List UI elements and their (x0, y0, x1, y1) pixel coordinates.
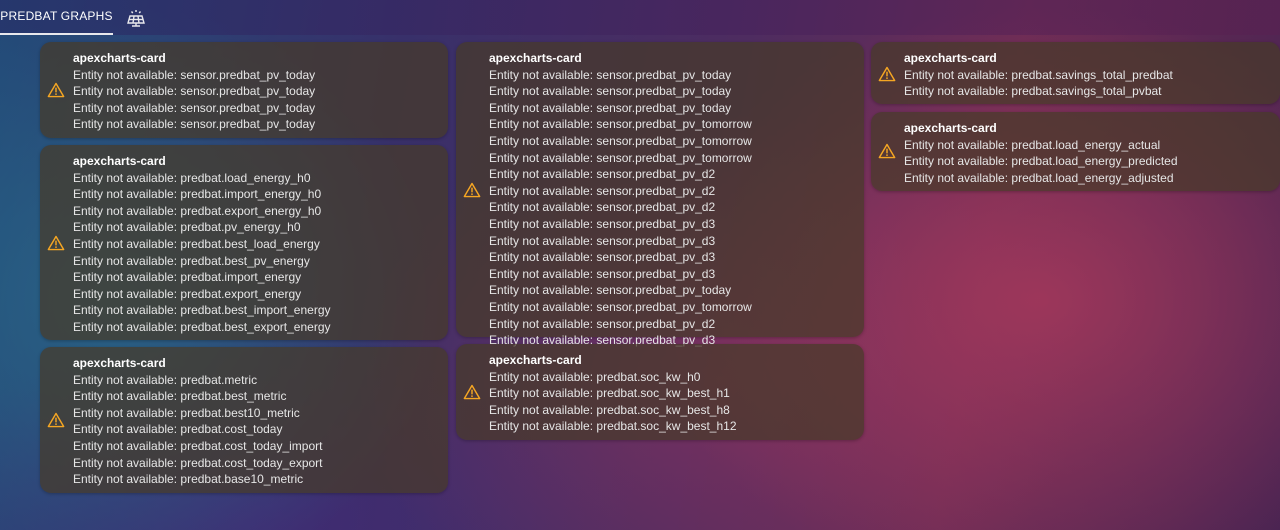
card-error-line: Entity not available: predbat.cost_today (73, 422, 283, 437)
card-error-line: Entity not available: sensor.predbat_pv_… (489, 299, 752, 314)
card-error-line: Entity not available: sensor.predbat_pv_… (489, 133, 752, 148)
card-error-line: Entity not available: predbat.import_ene… (73, 187, 322, 202)
solar-panel-icon (126, 8, 146, 28)
card-error-line: Entity not available: predbat.pv_energy_… (73, 220, 301, 235)
card-error-line: Entity not available: predbat.best10_met… (73, 405, 300, 420)
card-title: apexcharts-card (904, 121, 997, 135)
card-error-line: Entity not available: predbat.load_energ… (904, 137, 1161, 152)
warning-icon (47, 235, 65, 251)
tab-solar-panel[interactable] (120, 0, 152, 35)
card-error-line: Entity not available: sensor.predbat_pv_… (73, 67, 316, 82)
card-error-line: Entity not available: predbat.soc_kw_bes… (489, 419, 737, 434)
card-error-line: Entity not available: predbat.cost_today… (73, 455, 323, 470)
card-error-line: Entity not available: predbat.best_expor… (73, 319, 331, 334)
card-error-line: Entity not available: sensor.predbat_pv_… (489, 84, 732, 99)
card-error-line: Entity not available: sensor.predbat_pv_… (489, 250, 716, 265)
warning-icon (463, 384, 481, 400)
card-error-line: Entity not available: sensor.predbat_pv_… (489, 117, 752, 132)
warning-icon (47, 82, 65, 98)
card-error-line: Entity not available: predbat.best_impor… (73, 303, 331, 318)
card-error-line: Entity not available: sensor.predbat_pv_… (489, 167, 716, 182)
card-load-energy: apexcharts-card Entity not available: pr… (871, 112, 1280, 191)
card-error-line: Entity not available: sensor.predbat_pv_… (489, 233, 716, 248)
card-title: apexcharts-card (73, 356, 166, 370)
card-error-line: Entity not available: predbat.base10_met… (73, 472, 304, 487)
card-title: apexcharts-card (489, 353, 582, 367)
card-title: apexcharts-card (489, 51, 582, 65)
warning-icon (878, 143, 896, 159)
card-soc: apexcharts-card Entity not available: pr… (456, 344, 864, 440)
card-error-line: Entity not available: predbat.savings_to… (904, 84, 1162, 99)
card-error-line: Entity not available: sensor.predbat_pv_… (73, 117, 316, 132)
tab-bar: PREDBAT GRAPHS (0, 0, 1280, 35)
card-error-line: Entity not available: predbat.metric (73, 372, 258, 387)
card-title: apexcharts-card (73, 154, 166, 168)
card-error-line: Entity not available: sensor.predbat_pv_… (489, 67, 732, 82)
card-error-line: Entity not available: sensor.predbat_pv_… (489, 316, 716, 331)
card-error-line: Entity not available: sensor.predbat_pv_… (489, 150, 752, 165)
card-pv-today: apexcharts-card Entity not available: se… (40, 42, 448, 138)
card-error-line: Entity not available: predbat.soc_kw_bes… (489, 386, 730, 401)
card-error-line: Entity not available: sensor.predbat_pv_… (73, 84, 316, 99)
warning-icon (463, 182, 481, 198)
card-error-line: Entity not available: predbat.load_energ… (904, 170, 1174, 185)
card-error-line: Entity not available: predbat.cost_today… (73, 438, 323, 453)
warning-icon (878, 66, 896, 82)
card-error-line: Entity not available: sensor.predbat_pv_… (489, 100, 732, 115)
card-error-line: Entity not available: sensor.predbat_pv_… (489, 200, 716, 215)
card-error-line: Entity not available: predbat.export_ene… (73, 286, 302, 301)
card-error-line: Entity not available: predbat.soc_kw_bes… (489, 402, 730, 417)
card-error-line: Entity not available: sensor.predbat_pv_… (489, 266, 716, 281)
card-error-line: Entity not available: predbat.savings_to… (904, 67, 1173, 82)
card-error-line: Entity not available: sensor.predbat_pv_… (73, 100, 316, 115)
card-error-line: Entity not available: predbat.export_ene… (73, 203, 322, 218)
card-error-line: Entity not available: predbat.best_metri… (73, 389, 287, 404)
card-title: apexcharts-card (73, 51, 166, 65)
card-error-line: Entity not available: predbat.load_energ… (904, 154, 1178, 169)
card-title: apexcharts-card (904, 51, 997, 65)
card-error-line: Entity not available: predbat.best_load_… (73, 236, 320, 251)
tab-label: PREDBAT GRAPHS (0, 8, 113, 23)
card-error-line: Entity not available: sensor.predbat_pv_… (489, 283, 732, 298)
card-error-line: Entity not available: predbat.best_pv_en… (73, 253, 310, 268)
card-error-line: Entity not available: sensor.predbat_pv_… (489, 216, 716, 231)
card-error-line: Entity not available: sensor.predbat_pv_… (489, 183, 716, 198)
card-error-line: Entity not available: predbat.load_energ… (73, 170, 311, 185)
tab-predbat-graphs[interactable]: PREDBAT GRAPHS (0, 0, 113, 35)
card-error-line: Entity not available: predbat.import_ene… (73, 270, 302, 285)
card-savings: apexcharts-card Entity not available: pr… (871, 42, 1280, 104)
card-metrics: apexcharts-card Entity not available: pr… (40, 347, 448, 493)
card-error-line: Entity not available: predbat.soc_kw_h0 (489, 369, 701, 384)
card-pv-forecast: apexcharts-card Entity not available: se… (456, 42, 864, 347)
warning-icon (47, 412, 65, 428)
card-energy: apexcharts-card Entity not available: pr… (40, 145, 448, 340)
